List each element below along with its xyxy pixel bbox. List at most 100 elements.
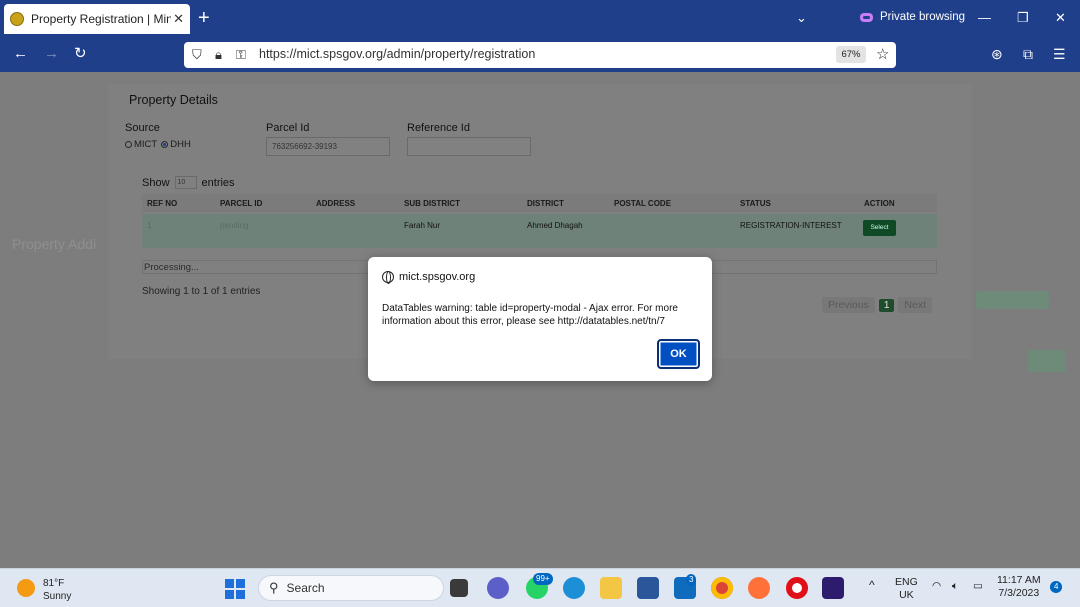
firefox-private-icon[interactable] [822,577,844,599]
background-button [976,291,1049,309]
active-tab[interactable]: Property Registration | Ministry ✕ [4,4,190,34]
next-page-button[interactable]: Next [898,297,933,313]
reference-id-input[interactable] [407,137,531,156]
radio-dhh-label: DHH [170,139,191,150]
weather-desc: Sunny [43,591,72,602]
lock-icon[interactable]: 🔒︎ [215,47,222,63]
site-favicon-icon [10,12,24,26]
source-label: Source [125,122,160,134]
lang-top: ENG [895,576,918,588]
lang-bottom: UK [899,589,914,601]
clock-time: 11:17 AM [997,574,1041,586]
show-label: Show [142,176,170,189]
column-header[interactable]: POSTAL CODE [614,199,671,208]
private-browsing-indicator: Private browsing [860,11,965,23]
search-placeholder: Search [286,581,325,595]
forward-arrow-icon[interactable]: → [44,46,59,61]
firefox-icon[interactable] [748,577,770,599]
modal-title: Property Details [129,93,218,107]
table-row[interactable]: 1 pending Farah Nur Ahmed Dhagah REGISTR… [142,214,937,248]
select-row-button[interactable]: Select [863,220,896,236]
private-browsing-label: Private browsing [880,11,966,23]
opera-icon[interactable] [786,577,808,599]
wifi-icon[interactable]: ◠ [932,580,941,593]
edge-icon[interactable] [563,577,585,599]
restore-icon[interactable]: ❐ [1017,10,1029,26]
word-icon[interactable] [637,577,659,599]
zoom-level-badge[interactable]: 67% [836,46,866,63]
radio-mict-label: MICT [134,139,158,150]
shield-icon[interactable]: ⛉ [192,47,202,63]
column-header[interactable]: DISTRICT [527,199,564,208]
sun-icon [17,579,35,597]
globe-icon [382,271,394,284]
radio-dhh[interactable] [161,141,169,148]
taskbar: 81°F Sunny ⚲ Search 99+ 3 ^ ENG UK ◠ 🔈︎ … [0,568,1080,607]
show-hidden-icons[interactable]: ^ [869,579,875,592]
teams-chat-icon[interactable] [487,577,509,599]
bookmark-star-icon[interactable]: ☆ [876,45,889,63]
parcel-id-label: Parcel Id [266,122,310,134]
search-icon: ⚲ [269,580,279,595]
reference-id-label: Reference Id [407,122,470,134]
key-icon[interactable]: ⚿ [236,47,246,63]
column-header[interactable]: STATUS [740,199,771,208]
menu-icon[interactable]: ☰ [1053,46,1066,63]
minimize-icon[interactable]: — [978,10,991,25]
new-tab-button[interactable]: + [198,8,210,28]
extensions-icon[interactable]: ⧉ [1023,46,1033,63]
taskbar-search[interactable]: ⚲ Search [258,575,444,601]
column-header[interactable]: ADDRESS [316,199,355,208]
language-indicator[interactable]: ENG UK [895,576,918,602]
parcel-id-input[interactable]: 763256692-39193 [266,137,390,156]
notification-count[interactable]: 4 [1050,581,1063,593]
dialog-origin-text: mict.spsgov.org [399,271,476,283]
background-button-2 [1028,350,1066,372]
parcel-id-cell: pending [220,221,249,230]
pocket-icon[interactable]: ⊛ [991,46,1003,63]
chrome-icon[interactable] [711,577,733,599]
private-mask-icon [860,12,873,22]
whatsapp-badge: 99+ [533,573,553,585]
tab-title: Property Registration | Ministry [31,12,171,26]
page-length-control: Show 10 entries [142,176,235,189]
close-window-icon[interactable]: ✕ [1055,10,1066,26]
entries-label: entries [201,176,235,189]
alert-dialog: mict.spsgov.org DataTables warning: tabl… [368,257,712,381]
dialog-message: DataTables warning: table id=property-mo… [382,303,678,327]
column-header[interactable]: REF NO [147,199,177,208]
address-bar[interactable]: ⛉ 🔒︎ ⚿ https://mict.spsgov.org/admin/pro… [184,42,896,68]
column-header[interactable]: PARCEL ID [220,199,262,208]
volume-icon[interactable]: 🔈︎ [952,580,958,593]
clock[interactable]: 11:17 AM 7/3/2023 [997,574,1041,600]
sub-district-cell: Farah Nur [404,221,441,230]
dialog-origin: mict.spsgov.org [382,271,476,284]
url-text[interactable]: https://mict.spsgov.org/admin/property/r… [259,47,535,61]
table-header: REF NO PARCEL ID ADDRESS SUB DISTRICT DI… [142,194,937,212]
radio-mict[interactable] [125,141,132,148]
page-1-button[interactable]: 1 [878,298,895,312]
previous-page-button[interactable]: Previous [822,297,875,313]
ok-button[interactable]: OK [657,339,700,369]
task-view-icon[interactable] [450,579,468,597]
back-arrow-icon[interactable]: ← [13,46,28,61]
status-cell: REGISTRATION-INTEREST [740,221,842,230]
clock-date: 7/3/2023 [998,587,1040,599]
column-header[interactable]: SUB DISTRICT [404,199,460,208]
weather-widget[interactable]: 81°F Sunny [17,577,71,603]
pagination: Previous 1 Next [822,297,933,313]
reload-icon[interactable]: ↻ [74,46,87,61]
close-tab-icon[interactable]: ✕ [173,11,184,27]
list-all-tabs-icon[interactable]: ⌄ [796,10,807,26]
weather-temp: 81°F [43,578,65,589]
district-cell: Ahmed Dhagah [527,221,583,230]
ref-no-cell: 1 [147,221,152,230]
page-length-select[interactable]: 10 [174,176,197,189]
source-radio-group: MICT DHH [125,139,191,150]
file-explorer-icon[interactable] [600,577,622,599]
table-info: Showing 1 to 1 of 1 entries [142,286,261,297]
tab-bar: Property Registration | Ministry ✕ + ⌄ P… [0,0,1080,37]
battery-icon[interactable]: ▭ [973,580,983,593]
start-button-icon[interactable] [225,579,245,599]
column-header: ACTION [864,199,895,208]
